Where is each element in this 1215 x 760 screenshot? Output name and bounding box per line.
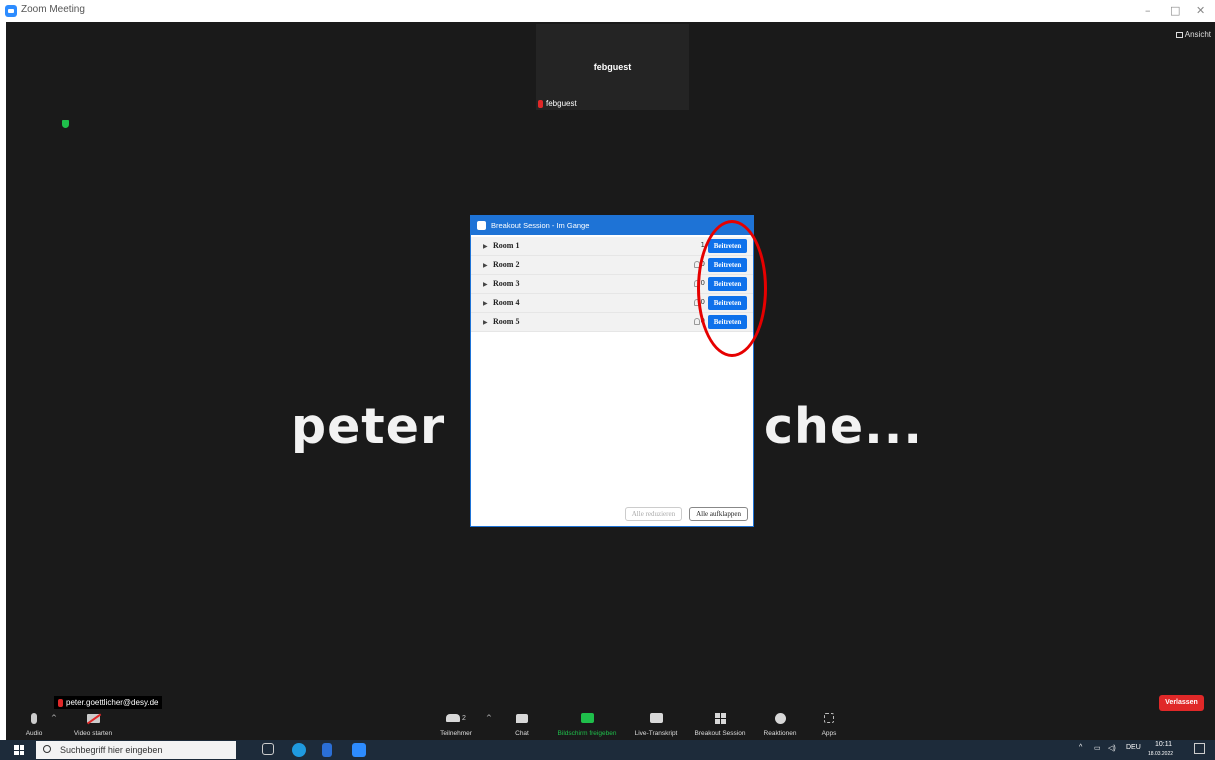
self-name: peter.goettlicher@desy.de: [66, 698, 159, 707]
participant-thumbnail[interactable]: febguest febguest: [536, 24, 689, 110]
participants-options-caret-icon[interactable]: ^: [486, 714, 492, 722]
task-view-icon[interactable]: [262, 743, 274, 755]
apps-icon: [799, 710, 859, 726]
grid-icon: [1175, 31, 1183, 38]
live-transcript-button[interactable]: Live-Transkript: [626, 710, 686, 737]
window-title: Zoom Meeting: [21, 4, 85, 15]
chat-label: Chat: [515, 730, 529, 737]
close-button[interactable]: ✕: [1196, 4, 1205, 17]
room-name: Room 3: [493, 279, 520, 288]
view-button[interactable]: Ansicht: [1175, 30, 1211, 39]
collapse-all-button[interactable]: Alle reduzieren: [624, 507, 683, 521]
thumbnail-label-text: febguest: [546, 99, 577, 108]
self-video-label: peter.goettlicher@desy.de: [54, 696, 163, 709]
clock-date[interactable]: 18.03.2022: [1148, 751, 1173, 757]
minimize-button[interactable]: –: [1145, 4, 1151, 17]
person-icon: [693, 317, 700, 325]
closed-caption-icon: [626, 710, 686, 726]
speaker-icon[interactable]: ◁): [1108, 744, 1116, 752]
zoom-dialog-icon: [477, 221, 486, 230]
room-name: Room 1: [493, 241, 520, 250]
video-button[interactable]: Video starten: [63, 710, 123, 737]
taskbar-search-box[interactable]: Suchbegriff hier eingeben: [36, 741, 236, 759]
view-button-label: Ansicht: [1184, 30, 1211, 39]
security-shield-icon[interactable]: [62, 120, 69, 128]
room-name: Room 2: [493, 260, 520, 269]
dialog-title: Breakout Session - Im Gange: [491, 221, 590, 230]
expand-all-button[interactable]: Alle aufklappen: [689, 507, 748, 521]
active-speaker-name-right: che...: [764, 398, 924, 455]
muted-mic-icon: [58, 698, 63, 707]
audio-label: Audio: [25, 730, 43, 737]
maximize-button[interactable]: □: [1170, 4, 1180, 17]
expand-triangle-icon[interactable]: ▶: [483, 262, 488, 269]
thumbnail-label: febguest: [538, 99, 577, 108]
room-name: Room 4: [493, 298, 520, 307]
expand-triangle-icon[interactable]: ▶: [483, 243, 488, 250]
search-icon: [43, 745, 51, 753]
participants-label: Teilnehmer: [440, 730, 472, 737]
title-bar: Zoom Meeting – □ ✕: [0, 0, 1215, 22]
participants-icon: 2: [426, 710, 486, 726]
audio-options-caret-icon[interactable]: ^: [51, 714, 57, 722]
active-speaker-name-left: peter: [291, 398, 446, 455]
share-screen-label: Bildschirm freigeben: [557, 730, 617, 737]
chat-icon: [492, 710, 552, 726]
zoom-taskbar-icon[interactable]: [352, 743, 366, 757]
windows-taskbar: Suchbegriff hier eingeben ^ ▭ ◁) DEU 10:…: [0, 740, 1215, 760]
expand-triangle-icon[interactable]: ▶: [483, 281, 488, 288]
room-name: Room 5: [493, 317, 520, 326]
thumbnail-name: febguest: [593, 62, 632, 72]
edge-browser-icon[interactable]: [292, 743, 306, 757]
breakout-grid-icon: [690, 710, 750, 726]
participants-count: 2: [462, 714, 466, 722]
expand-triangle-icon[interactable]: ▶: [483, 319, 488, 326]
video-label: Video starten: [73, 730, 113, 737]
video-off-icon: [63, 710, 123, 726]
zoom-window: Zoom Meeting – □ ✕ Ansicht febguest febg…: [0, 0, 1215, 760]
apps-button[interactable]: Apps: [799, 710, 859, 737]
share-screen-button[interactable]: Bildschirm freigeben: [555, 710, 619, 737]
breakout-session-label: Breakout Session: [694, 730, 746, 737]
dialog-footer: Alle reduzieren Alle aufklappen: [624, 507, 748, 521]
notification-center-icon[interactable]: [1194, 743, 1205, 754]
apps-label: Apps: [821, 730, 837, 737]
highlight-annotation-circle: [697, 220, 767, 357]
muted-mic-icon: [538, 99, 543, 108]
meeting-toolbar: Audio ^ Video starten 2 Teilnehmer ^ Cha…: [6, 710, 1215, 740]
search-placeholder: Suchbegriff hier eingeben: [60, 745, 163, 755]
breakout-session-button[interactable]: Breakout Session: [690, 710, 750, 737]
leave-button[interactable]: Verlassen: [1159, 695, 1204, 711]
zoom-logo-icon: [5, 5, 17, 17]
live-transcript-label: Live-Transkript: [634, 730, 678, 737]
clock-time[interactable]: 10:11: [1155, 741, 1172, 748]
participants-button[interactable]: 2 Teilnehmer: [426, 710, 486, 737]
tray-chevron-icon[interactable]: ^: [1079, 744, 1082, 751]
expand-triangle-icon[interactable]: ▶: [483, 300, 488, 307]
network-icon[interactable]: ▭: [1094, 744, 1101, 752]
windows-start-icon[interactable]: [14, 745, 24, 755]
share-screen-icon: [555, 710, 619, 726]
chat-button[interactable]: Chat: [492, 710, 552, 737]
file-explorer-icon[interactable]: [322, 743, 332, 757]
input-language[interactable]: DEU: [1126, 744, 1141, 751]
